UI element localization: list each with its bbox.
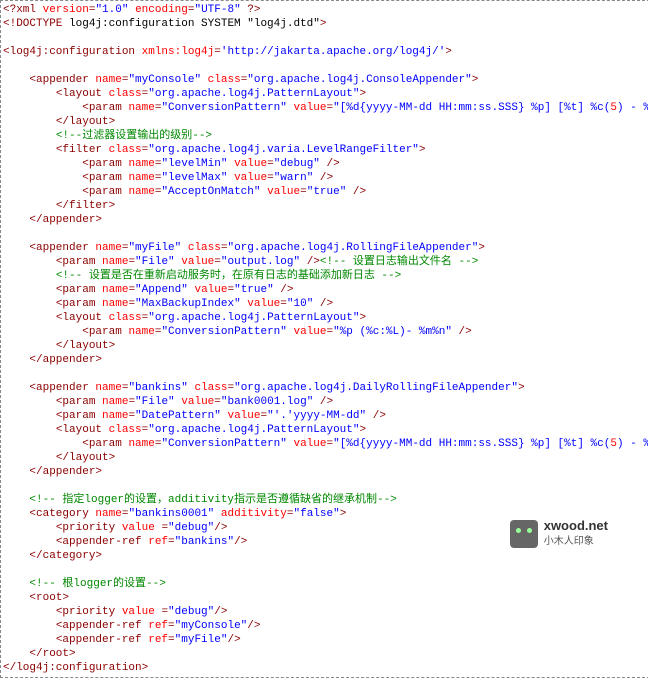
logo-subtitle: 小木人印象 [544,536,594,547]
robot-icon [510,520,538,548]
code-viewer[interactable]: <?xml version="1.0" encoding="UTF-8" ?> … [3,3,647,675]
watermark-logo: xwood.net 小木人印象 [510,519,608,549]
logo-title: xwood.net [544,518,608,533]
logo-text: xwood.net 小木人印象 [544,519,608,549]
